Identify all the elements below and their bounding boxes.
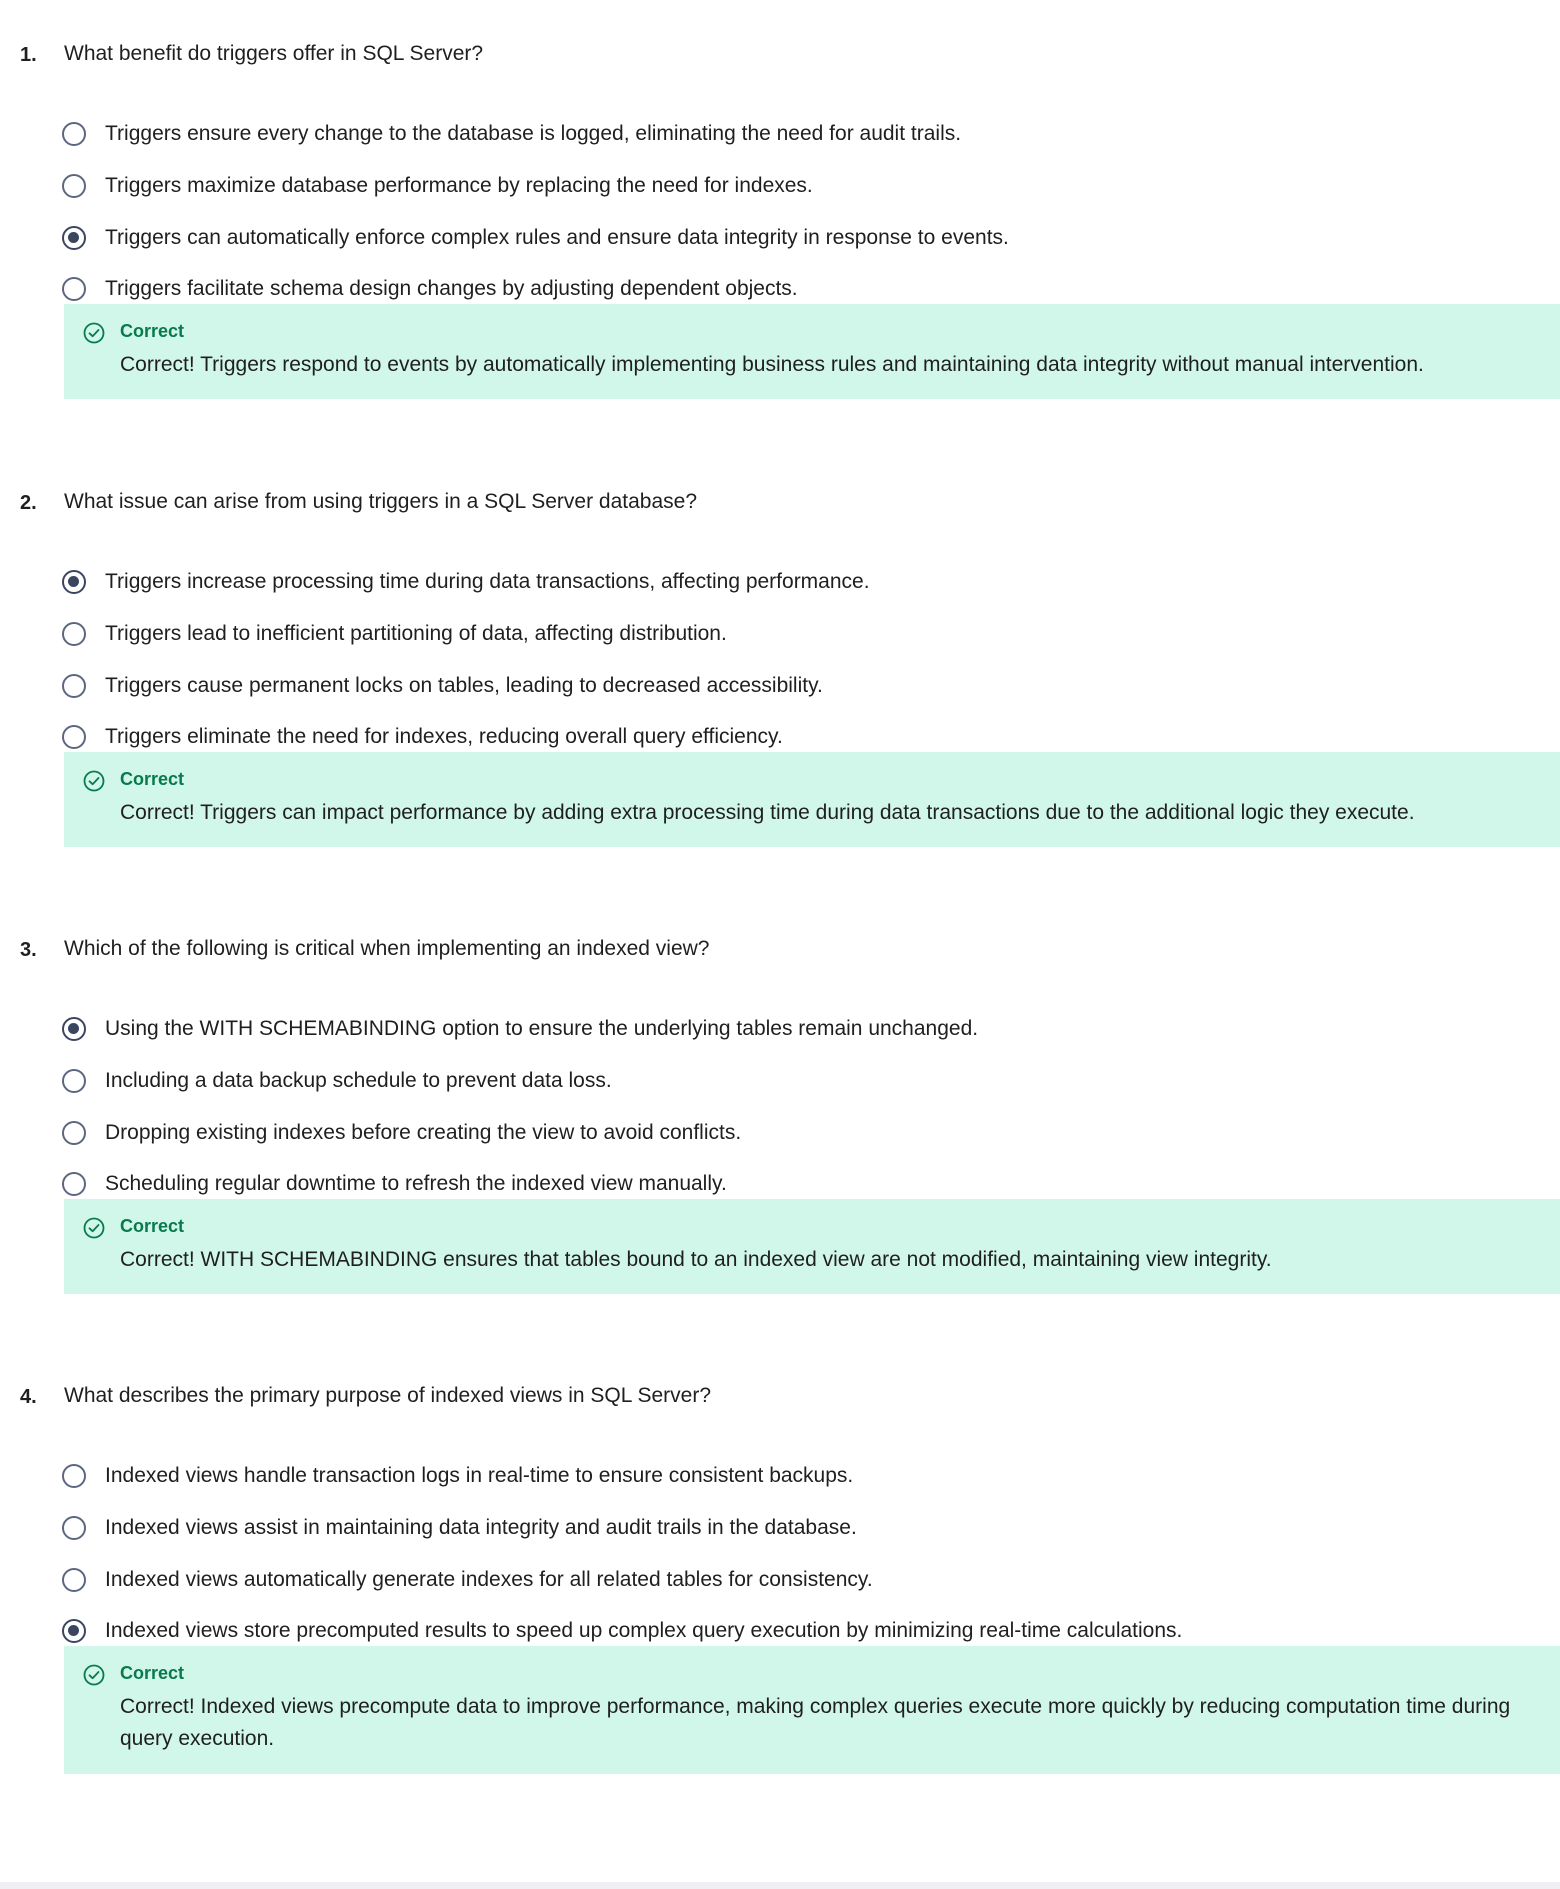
answer-option[interactable]: Triggers cause permanent locks on tables…	[60, 666, 1220, 710]
question-text: What describes the primary purpose of in…	[64, 1384, 712, 1407]
check-circle-icon	[83, 322, 105, 344]
feedback-title: Correct	[120, 1216, 185, 1236]
answer-option-label: Dropping existing indexes before creatin…	[105, 1121, 742, 1144]
answer-option-label: Indexed views handle transaction logs in…	[105, 1464, 854, 1487]
answer-option[interactable]: Triggers ensure every change to the data…	[60, 114, 1220, 158]
question-text: What benefit do triggers offer in SQL Se…	[64, 42, 484, 65]
question-header: 3. Which of the following is critical whe…	[0, 931, 1560, 971]
answer-option-label: Indexed views assist in maintaining data…	[105, 1516, 857, 1539]
question-number: 2.	[20, 492, 37, 514]
feedback-box: Correct Correct! Triggers respond to even…	[64, 304, 1560, 399]
answer-option-label: Triggers lead to inefficient partitionin…	[105, 622, 727, 645]
question-header: 1. What benefit do triggers offer in SQL …	[0, 36, 1560, 76]
check-circle-icon	[83, 1217, 105, 1239]
radio-empty-icon[interactable]	[62, 1121, 86, 1145]
radio-empty-icon[interactable]	[62, 174, 86, 198]
answer-option-label: Indexed views automatically generate ind…	[105, 1568, 873, 1591]
answer-option-label: Triggers can automatically enforce compl…	[105, 226, 1009, 249]
answer-option-label: Triggers maximize database performance b…	[105, 174, 813, 197]
answer-option-label: Triggers cause permanent locks on tables…	[105, 674, 823, 697]
feedback-text: Correct! WITH SCHEMABINDING ensures that…	[120, 1248, 1272, 1271]
answer-option[interactable]: Indexed views handle transaction logs in…	[60, 1456, 1220, 1500]
answer-option-label: Indexed views store precomputed results …	[105, 1619, 1183, 1642]
check-circle-icon	[83, 770, 105, 792]
feedback-title: Correct	[120, 769, 185, 789]
question-header: 4. What describes the primary purpose of …	[0, 1378, 1560, 1418]
question-1: 1. What benefit do triggers offer in SQL …	[0, 36, 1560, 399]
check-circle-icon	[83, 1664, 105, 1686]
radio-empty-icon[interactable]	[62, 674, 86, 698]
radio-empty-icon[interactable]	[62, 725, 86, 749]
radio-empty-icon[interactable]	[62, 622, 86, 646]
answer-option[interactable]: Triggers maximize database performance b…	[60, 166, 1220, 210]
radio-empty-icon[interactable]	[62, 122, 86, 146]
radio-empty-icon[interactable]	[62, 1568, 86, 1592]
question-text: Which of the following is critical when …	[64, 937, 710, 960]
question-text: What issue can arise from using triggers…	[64, 490, 698, 513]
answer-option-label: Triggers ensure every change to the data…	[105, 122, 962, 145]
answer-option[interactable]: Indexed views assist in maintaining data…	[60, 1508, 1220, 1552]
question-header: 2. What issue can arise from using trigge…	[0, 484, 1560, 524]
answer-option-label: Using the WITH SCHEMABINDING option to e…	[105, 1017, 979, 1040]
question-3: 3. Which of the following is critical whe…	[0, 931, 1560, 1294]
answer-option[interactable]: Dropping existing indexes before creatin…	[60, 1113, 1220, 1157]
feedback-box: Correct Correct! Triggers can impact perf…	[64, 752, 1560, 847]
answer-option-label: Scheduling regular downtime to refresh t…	[105, 1172, 727, 1195]
answer-option-label: Triggers increase processing time during…	[105, 570, 870, 593]
answer-option-label: Including a data backup schedule to prev…	[105, 1069, 612, 1092]
feedback-box: Correct Correct! WITH SCHEMABINDING ensur…	[64, 1199, 1560, 1294]
feedback-box: Correct Correct! Indexed views precompute…	[64, 1646, 1560, 1774]
question-2: 2. What issue can arise from using trigge…	[0, 484, 1560, 847]
question-number: 3.	[20, 939, 37, 961]
radio-filled-icon[interactable]	[62, 226, 86, 250]
radio-empty-icon[interactable]	[62, 277, 86, 301]
answer-option[interactable]: Triggers lead to inefficient partitionin…	[60, 614, 1220, 658]
answer-option[interactable]: Including a data backup schedule to prev…	[60, 1061, 1220, 1105]
feedback-text: Correct! Triggers can impact performance…	[120, 801, 1415, 824]
radio-filled-icon[interactable]	[62, 1619, 86, 1643]
question-number: 1.	[20, 44, 37, 66]
radio-filled-icon[interactable]	[62, 570, 86, 594]
feedback-text: Correct! Triggers respond to events by a…	[120, 353, 1424, 376]
radio-empty-icon[interactable]	[62, 1516, 86, 1540]
answer-option[interactable]: Triggers increase processing time during…	[60, 562, 1220, 606]
radio-empty-icon[interactable]	[62, 1069, 86, 1093]
radio-filled-icon[interactable]	[62, 1017, 86, 1041]
bottom-scroll-edge	[0, 1882, 1560, 1889]
answer-option-label: Triggers eliminate the need for indexes,…	[105, 725, 783, 748]
question-number: 4.	[20, 1386, 37, 1408]
feedback-title: Correct	[120, 321, 185, 341]
radio-empty-icon[interactable]	[62, 1464, 86, 1488]
answer-option[interactable]: Indexed views automatically generate ind…	[60, 1560, 1220, 1604]
answer-option[interactable]: Using the WITH SCHEMABINDING option to e…	[60, 1009, 1220, 1053]
answer-option-label: Triggers facilitate schema design change…	[105, 277, 798, 300]
feedback-text: Correct! Indexed views precompute data t…	[120, 1695, 1511, 1750]
feedback-title: Correct	[120, 1663, 185, 1683]
question-4: 4. What describes the primary purpose of …	[0, 1378, 1560, 1774]
radio-empty-icon[interactable]	[62, 1172, 86, 1196]
answer-option[interactable]: Triggers can automatically enforce compl…	[60, 218, 1220, 262]
